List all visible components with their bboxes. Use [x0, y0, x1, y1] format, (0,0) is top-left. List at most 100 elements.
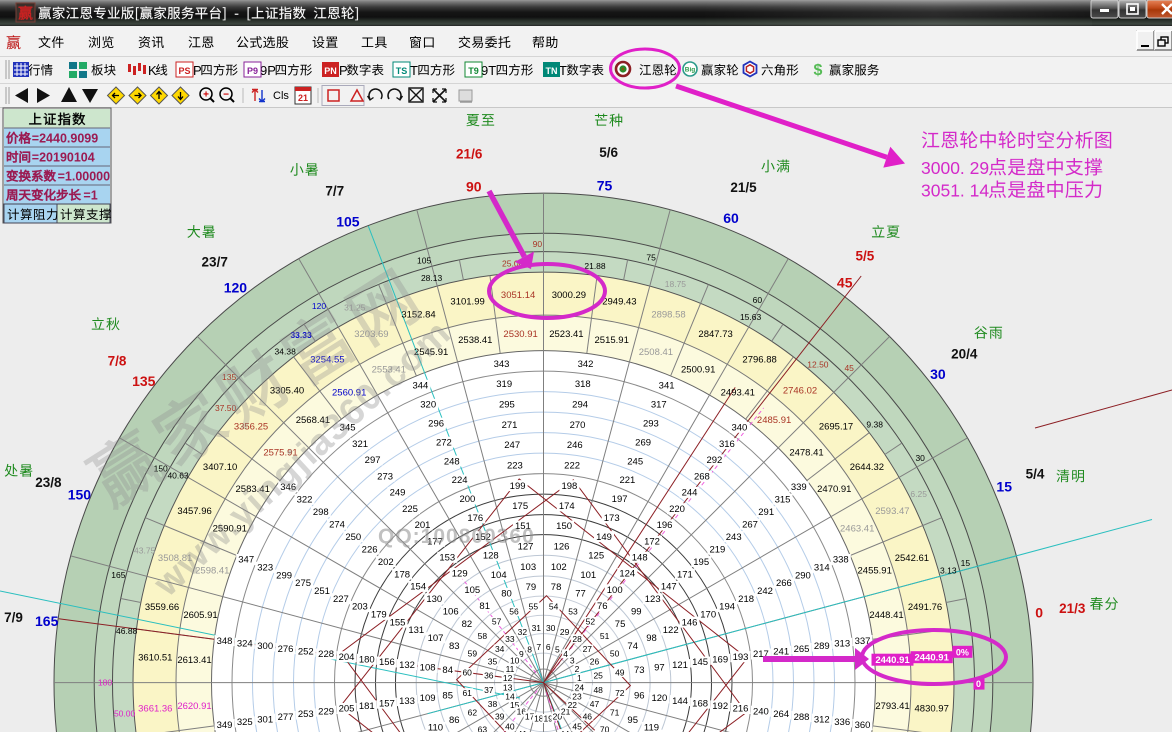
svg-text:6.25: 6.25	[910, 489, 927, 499]
svg-text:150: 150	[556, 521, 572, 532]
svg-text:2644.32: 2644.32	[850, 462, 884, 473]
svg-text:9T: 9T	[481, 63, 496, 78]
svg-text:289: 289	[814, 641, 830, 652]
svg-text:77: 77	[575, 589, 586, 600]
svg-text:347: 347	[238, 555, 254, 566]
svg-text:34: 34	[495, 644, 505, 654]
svg-text:265: 265	[794, 644, 810, 655]
svg-text:2493.41: 2493.41	[721, 387, 755, 398]
svg-text:62: 62	[468, 707, 478, 717]
svg-text:50.00: 50.00	[114, 708, 136, 718]
svg-text:Cls: Cls	[273, 90, 289, 102]
svg-text:3051.14: 3051.14	[501, 290, 535, 301]
svg-text:169: 169	[712, 655, 728, 666]
svg-text:107: 107	[428, 633, 444, 644]
svg-text:37: 37	[484, 685, 494, 695]
svg-text:98: 98	[646, 633, 657, 644]
svg-text:125: 125	[588, 551, 604, 562]
svg-text:321: 321	[352, 439, 368, 450]
svg-text:26: 26	[590, 657, 600, 667]
svg-text:99: 99	[631, 607, 642, 618]
svg-text:38: 38	[488, 699, 498, 709]
svg-text:QQ:100800360: QQ:100800360	[378, 525, 535, 548]
svg-text:243: 243	[726, 532, 742, 543]
svg-text:60: 60	[462, 668, 472, 678]
svg-text:129: 129	[452, 569, 468, 580]
svg-text:3407.10: 3407.10	[203, 462, 237, 473]
svg-text:2455.91: 2455.91	[858, 566, 892, 577]
svg-text:270: 270	[570, 420, 586, 431]
svg-text:170: 170	[700, 610, 716, 621]
svg-text:340: 340	[731, 423, 747, 434]
svg-text:218: 218	[738, 594, 754, 605]
svg-text:PN: PN	[324, 66, 337, 76]
svg-text:2485.91: 2485.91	[757, 415, 791, 426]
svg-text:245: 245	[627, 456, 643, 467]
svg-text:P: P	[339, 63, 348, 78]
svg-text:103: 103	[520, 562, 536, 573]
svg-text:5/5: 5/5	[856, 249, 875, 264]
svg-text:105: 105	[464, 585, 480, 596]
svg-text:6: 6	[546, 642, 551, 652]
svg-text:2746.02: 2746.02	[783, 386, 817, 397]
svg-text:2491.76: 2491.76	[908, 602, 942, 613]
svg-text:81: 81	[479, 601, 490, 612]
svg-text:T9: T9	[468, 66, 479, 76]
svg-text:3000.29: 3000.29	[552, 290, 586, 301]
svg-text:168: 168	[692, 698, 708, 709]
svg-text:294: 294	[572, 400, 588, 411]
svg-text:85: 85	[442, 690, 453, 701]
svg-text:317: 317	[651, 400, 667, 411]
svg-text:48: 48	[593, 685, 603, 695]
svg-text:314: 314	[814, 563, 830, 574]
svg-text:145: 145	[692, 657, 708, 668]
svg-text:288: 288	[794, 712, 810, 723]
svg-text:2530.91: 2530.91	[503, 329, 537, 340]
svg-text:97: 97	[654, 663, 665, 674]
svg-text:271: 271	[502, 420, 518, 431]
svg-text:PS: PS	[178, 66, 190, 76]
svg-text:28.13: 28.13	[421, 273, 443, 283]
svg-text:57: 57	[492, 617, 502, 627]
svg-text:225: 225	[402, 504, 418, 515]
svg-text:132: 132	[399, 660, 415, 671]
svg-text:25: 25	[593, 671, 603, 681]
svg-text:203: 203	[352, 602, 368, 613]
svg-text:123: 123	[645, 594, 661, 605]
svg-text:301: 301	[257, 714, 273, 725]
svg-text:344: 344	[412, 381, 428, 392]
svg-text:59: 59	[468, 648, 478, 658]
svg-text:4: 4	[563, 649, 568, 659]
svg-text:192: 192	[712, 701, 728, 712]
svg-text:80: 80	[501, 589, 512, 600]
svg-text:4830.97: 4830.97	[915, 704, 949, 715]
svg-text:2949.43: 2949.43	[602, 297, 636, 308]
svg-text:227: 227	[333, 594, 349, 605]
svg-text:71: 71	[610, 707, 620, 717]
svg-text:3356.25: 3356.25	[234, 422, 268, 433]
svg-text:153: 153	[439, 553, 455, 564]
svg-text:130: 130	[426, 594, 442, 605]
svg-text:204: 204	[339, 652, 355, 663]
svg-text:181: 181	[359, 701, 375, 712]
svg-text:202: 202	[378, 557, 394, 568]
svg-text:155: 155	[390, 617, 406, 628]
svg-text:122: 122	[663, 625, 679, 636]
svg-text:75: 75	[646, 253, 656, 263]
svg-text:8: 8	[527, 644, 532, 654]
svg-text:299: 299	[276, 570, 292, 581]
svg-text:=20190104: =20190104	[32, 151, 95, 165]
svg-text:267: 267	[742, 519, 758, 530]
svg-text:52: 52	[586, 617, 596, 627]
svg-text:264: 264	[773, 709, 789, 720]
svg-text:110: 110	[428, 723, 443, 732]
svg-text:76: 76	[597, 601, 608, 612]
svg-text:296: 296	[428, 418, 444, 429]
svg-text:339: 339	[791, 482, 807, 493]
svg-text:133: 133	[399, 696, 415, 707]
svg-text:268: 268	[694, 471, 710, 482]
svg-text:3: 3	[570, 656, 575, 666]
svg-text:275: 275	[295, 578, 311, 589]
svg-text:338: 338	[833, 555, 849, 566]
svg-text:174: 174	[559, 501, 575, 512]
